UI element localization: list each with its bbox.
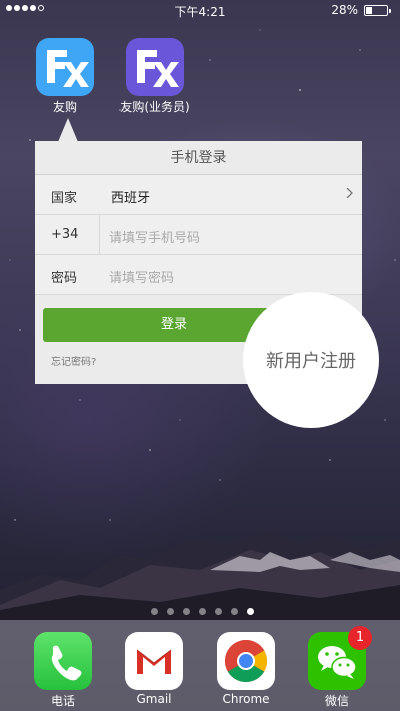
password-row[interactable]: 密码 请填写密码 [35, 255, 362, 295]
wechat-app-icon: 1 [308, 626, 372, 690]
phone-app-icon [34, 632, 92, 690]
page-indicator[interactable] [151, 608, 254, 615]
forgot-password-link[interactable]: 忘记密码? [51, 353, 96, 368]
wechat-app[interactable]: 1 微信 [302, 626, 372, 709]
youguo-app-label: 友购 [52, 100, 77, 114]
country-code: +34 [51, 227, 79, 242]
wallpaper-mountains [0, 530, 400, 620]
chrome-app[interactable]: Chrome [211, 632, 281, 706]
youguo-business-app-icon [126, 38, 184, 96]
register-label: 新用户注册 [266, 351, 356, 372]
youguo-app[interactable]: 友购 [30, 38, 100, 115]
password-label: 密码 [51, 271, 78, 286]
phone-row[interactable]: +34 请填写手机号码 [35, 215, 362, 255]
country-value: 西班牙 [111, 191, 151, 206]
youguo-app-icon [36, 38, 94, 96]
popup-pointer [58, 118, 78, 142]
country-row[interactable]: 国家 西班牙 [35, 175, 362, 215]
gmail-app-icon [125, 632, 183, 690]
password-input[interactable]: 请填写密码 [109, 267, 174, 286]
chrome-app-icon [217, 632, 275, 690]
chevron-right-icon [346, 188, 353, 198]
notification-badge: 1 [348, 626, 372, 650]
battery-icon [364, 5, 391, 16]
country-label: 国家 [51, 191, 78, 206]
battery-percentage: 28% [331, 3, 358, 17]
phone-app[interactable]: 电话 [28, 632, 98, 709]
phone-input[interactable]: 请填写手机号码 [109, 227, 200, 246]
youguo-business-app-label: 友购(业务员) [120, 100, 190, 114]
register-bubble[interactable]: 新用户注册 [243, 292, 379, 428]
gmail-app-label: Gmail [136, 692, 172, 706]
status-bar: 下午4:21 28% [0, 0, 400, 20]
wechat-app-label: 微信 [324, 694, 349, 708]
gmail-app[interactable]: Gmail [119, 632, 189, 706]
phone-app-label: 电话 [50, 694, 75, 708]
login-panel-title: 手机登录 [35, 141, 362, 175]
chrome-app-label: Chrome [222, 692, 270, 706]
youguo-business-app[interactable]: 友购(业务员) [120, 38, 190, 115]
row-divider [99, 215, 100, 254]
